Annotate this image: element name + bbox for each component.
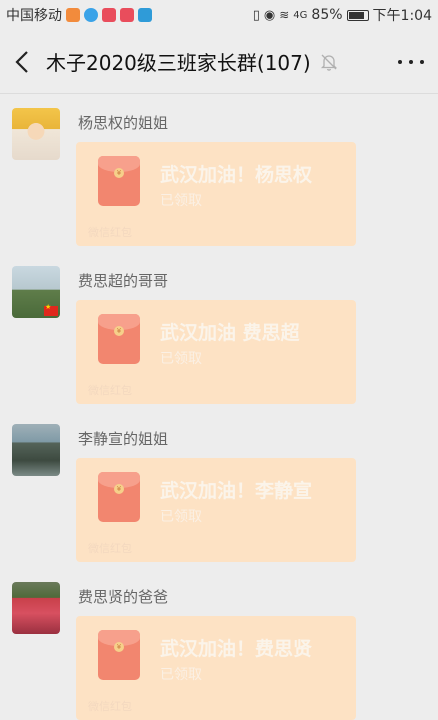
- red-packet[interactable]: ¥ 武汉加油！杨思权 已领取 微信红包: [76, 142, 356, 246]
- status-bar: 中国移动 ▯ ◉ ≋ 4G 85% 下午1:04: [0, 0, 438, 30]
- red-packet-icon: ¥: [98, 472, 140, 522]
- app-notification-icon: [138, 8, 152, 22]
- sender-name: 李静宣的姐姐: [78, 430, 169, 448]
- red-packet-status: 已领取: [160, 509, 202, 525]
- clock: 下午1:04: [372, 8, 432, 24]
- red-packet-status: 已领取: [160, 193, 202, 209]
- sender-name: 杨思权的姐姐: [78, 114, 169, 132]
- more-dots-icon[interactable]: [398, 52, 424, 72]
- red-packet-status: 已领取: [160, 667, 202, 683]
- red-packet[interactable]: ¥ 武汉加油 费思超 已领取 微信红包: [76, 300, 356, 404]
- red-packet-icon: ¥: [98, 630, 140, 680]
- avatar[interactable]: [12, 424, 60, 476]
- red-packet[interactable]: ¥ 武汉加油！费思贤 已领取 微信红包: [76, 616, 356, 720]
- app-notification-icon: [66, 8, 80, 22]
- red-packet-message: 武汉加油 费思超: [160, 322, 300, 344]
- red-packet-status: 已领取: [160, 351, 202, 367]
- chevron-left-icon: [15, 50, 28, 73]
- red-packet-icon: ¥: [98, 156, 140, 206]
- app-notification-icon: [120, 8, 134, 22]
- app-notification-icon: [84, 8, 98, 22]
- red-packet-message: 武汉加油！杨思权: [160, 164, 313, 186]
- app-notification-icon: [102, 8, 116, 22]
- red-packet-footer: 微信红包: [88, 542, 132, 555]
- chat-header: 木子2020级三班家长群(107): [0, 30, 438, 94]
- red-packet-message: 武汉加油！费思贤: [160, 638, 313, 660]
- carrier-label: 中国移动: [6, 8, 62, 24]
- red-packet-message: 武汉加油！李静宣: [160, 480, 313, 502]
- red-packet-footer: 微信红包: [88, 700, 132, 713]
- bell-off-icon: [320, 54, 337, 71]
- red-packet[interactable]: ¥ 武汉加油！李静宣 已领取 微信红包: [76, 458, 356, 562]
- avatar[interactable]: [12, 582, 60, 634]
- china-flag-icon: [44, 303, 58, 316]
- vibrate-icon: ▯: [252, 7, 260, 23]
- red-packet-icon: ¥: [98, 314, 140, 364]
- battery-percent: 85%: [311, 7, 343, 23]
- avatar[interactable]: [12, 108, 60, 160]
- red-packet-footer: 微信红包: [88, 226, 132, 239]
- signal-icon: 4G: [293, 9, 308, 21]
- chat-title: 木子2020级三班家长群(107): [46, 51, 311, 75]
- red-packet-footer: 微信红包: [88, 384, 132, 397]
- eye-icon: ◉: [263, 7, 276, 23]
- battery-icon: [346, 9, 369, 21]
- wifi-icon: ≋: [279, 8, 290, 22]
- back-button[interactable]: [0, 30, 44, 94]
- sender-name: 费思超的哥哥: [78, 272, 169, 290]
- sender-name: 费思贤的爸爸: [78, 588, 169, 606]
